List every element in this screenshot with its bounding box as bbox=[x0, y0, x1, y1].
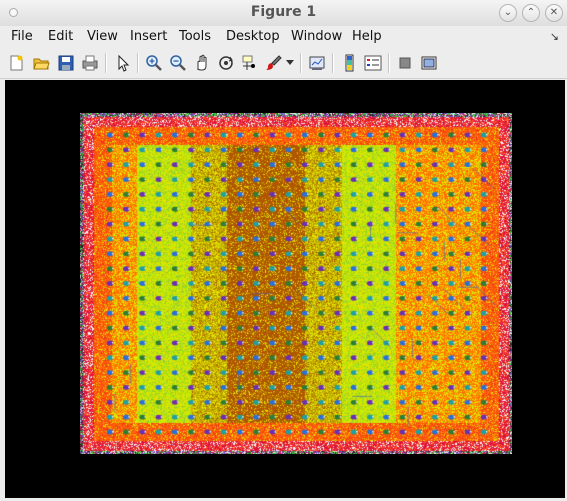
toolbar-separator bbox=[300, 53, 302, 73]
menu-view[interactable]: View bbox=[87, 29, 118, 44]
dropdown-arrow-icon[interactable] bbox=[283, 52, 297, 74]
menu-edit[interactable]: Edit bbox=[48, 29, 73, 44]
brush-icon[interactable] bbox=[263, 52, 285, 74]
menu-desktop[interactable]: Desktop bbox=[226, 29, 280, 44]
menu-dock-arrow-icon[interactable]: ↘ bbox=[550, 30, 559, 43]
legend-icon[interactable] bbox=[362, 52, 384, 74]
menu-help[interactable]: Help bbox=[352, 29, 382, 44]
toolbar-separator bbox=[388, 53, 390, 73]
pan-hand-icon[interactable] bbox=[191, 52, 213, 74]
window-title: Figure 1 bbox=[250, 4, 317, 20]
close-button[interactable]: ✕ bbox=[545, 4, 563, 22]
link-plot-icon[interactable] bbox=[306, 52, 328, 74]
data-cursor-icon[interactable] bbox=[239, 52, 261, 74]
image-plot[interactable] bbox=[80, 113, 512, 454]
rotate-3d-icon[interactable] bbox=[215, 52, 237, 74]
figure-window: Figure 1 ⌄ ⌃ ✕ File Edit View Insert Too… bbox=[0, 0, 567, 501]
figure-toolbar bbox=[0, 48, 567, 79]
print-icon[interactable] bbox=[79, 52, 101, 74]
toolbar-separator bbox=[332, 53, 334, 73]
zoom-in-icon[interactable] bbox=[143, 52, 165, 74]
open-file-icon[interactable] bbox=[30, 52, 52, 74]
hide-plot-tools-icon[interactable] bbox=[394, 52, 416, 74]
colorbar-icon[interactable] bbox=[338, 52, 360, 74]
toolbar-separator bbox=[105, 53, 107, 73]
menu-tools[interactable]: Tools bbox=[179, 29, 211, 44]
menu-window[interactable]: Window bbox=[291, 29, 342, 44]
title-bar: Figure 1 ⌄ ⌃ ✕ bbox=[0, 0, 567, 27]
menu-bar: File Edit View Insert Tools Desktop Wind… bbox=[0, 26, 567, 48]
new-figure-icon[interactable] bbox=[5, 52, 27, 74]
edit-plot-arrow-icon[interactable] bbox=[112, 52, 134, 74]
save-icon[interactable] bbox=[55, 52, 77, 74]
maximize-button[interactable]: ⌃ bbox=[522, 4, 540, 22]
menu-insert[interactable]: Insert bbox=[130, 29, 167, 44]
zoom-out-icon[interactable] bbox=[167, 52, 189, 74]
toolbar-separator bbox=[137, 53, 139, 73]
minimize-button[interactable]: ⌄ bbox=[499, 4, 517, 22]
menu-file[interactable]: File bbox=[11, 29, 33, 44]
false-color-chip-image bbox=[80, 113, 512, 454]
show-plot-tools-icon[interactable] bbox=[418, 52, 440, 74]
